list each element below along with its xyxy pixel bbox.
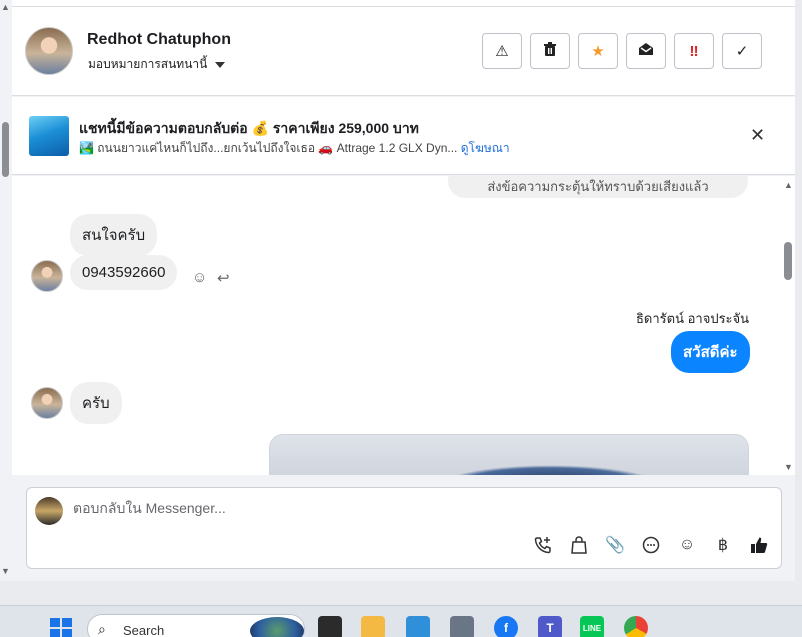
envelope-open-icon <box>638 42 654 60</box>
thumbs-up-icon[interactable] <box>748 534 770 556</box>
scroll-down-arrow-icon[interactable]: ▼ <box>1 566 10 576</box>
report-button[interactable]: ⚠ <box>482 33 522 69</box>
delete-button[interactable] <box>530 33 570 69</box>
scroll-up-arrow-icon[interactable]: ▲ <box>784 180 793 190</box>
reply-input[interactable] <box>73 500 673 516</box>
message-bubble-incoming[interactable]: 0943592660 <box>70 255 178 290</box>
assign-label: มอบหมายการสนทนานี้ <box>88 57 208 71</box>
contact-avatar-small[interactable] <box>31 260 63 292</box>
scroll-up-arrow-icon[interactable]: ▲ <box>1 2 10 12</box>
ad-context-banner: แชทนี้มีข้อความตอบกลับต่อ 💰 ราคาเพียง 25… <box>12 97 795 175</box>
composer-toolbar: 📎 ☺ ฿ <box>532 534 770 556</box>
taskbar: ⌕ Search f T LINE <box>0 605 802 637</box>
calculator-icon[interactable] <box>450 616 474 637</box>
facebook-icon[interactable]: f <box>494 616 518 637</box>
inbox-window: ▲ ▼ Redhot Chatuphon มอบหมายการสนทนานี้ … <box>0 0 795 581</box>
desktop-background <box>0 581 802 605</box>
image-attachment[interactable] <box>269 434 749 475</box>
page-avatar <box>35 497 63 525</box>
emoji-icon[interactable]: ☺ <box>676 534 698 556</box>
header-actions: ⚠ ★ ‼ ✓ <box>482 33 762 69</box>
line-icon[interactable]: LINE <box>580 616 604 637</box>
call-icon[interactable] <box>532 534 554 556</box>
react-emoji-icon[interactable]: ☺ <box>192 269 207 286</box>
ad-subtitle: 🏞️ ถนนยาวแค่ไหนก็ไปถึง...ยกเว้นไปถึงใจเธ… <box>79 139 510 158</box>
chat-scrollbar-thumb[interactable] <box>784 242 792 280</box>
caret-down-icon <box>215 61 226 68</box>
reply-composer: 📎 ☺ ฿ <box>26 487 782 569</box>
mark-done-button[interactable]: ✓ <box>722 33 762 69</box>
left-scrollbar[interactable]: ▲ ▼ <box>0 0 12 581</box>
agent-sender-name: ธิดารัตน์ อาจประจัน <box>636 311 750 326</box>
shopping-bag-icon[interactable] <box>568 534 590 556</box>
scrollbar-thumb[interactable] <box>2 122 9 177</box>
star-icon: ★ <box>591 43 605 60</box>
assign-conversation-dropdown[interactable]: มอบหมายการสนทนานี้ <box>88 55 226 74</box>
ad-thumbnail[interactable] <box>29 116 69 156</box>
top-border <box>12 0 795 7</box>
check-icon: ✓ <box>735 43 749 60</box>
message-thread[interactable]: ส่งข้อความกระตุ้นให้ทราบด้วยเสียงแล้ว สน… <box>12 176 795 475</box>
baht-payment-icon[interactable]: ฿ <box>712 534 734 556</box>
teams-icon[interactable]: T <box>538 616 562 637</box>
search-highlight-image <box>250 617 304 637</box>
scroll-down-arrow-icon[interactable]: ▼ <box>784 462 793 472</box>
ad-title: แชทนี้มีข้อความตอบกลับต่อ 💰 ราคาเพียง 25… <box>79 120 419 136</box>
notepad-icon[interactable] <box>406 616 430 637</box>
taskbar-search[interactable]: ⌕ Search <box>87 614 305 637</box>
message-bubble-incoming[interactable]: ครับ <box>70 382 122 424</box>
contact-avatar-small[interactable] <box>31 387 63 419</box>
search-icon: ⌕ <box>98 621 106 637</box>
star-button[interactable]: ★ <box>578 33 618 69</box>
file-explorer-icon[interactable] <box>361 616 385 637</box>
reply-arrow-icon[interactable]: ↩ <box>217 269 230 287</box>
trash-icon <box>543 41 557 61</box>
message-bubble-outgoing[interactable]: สวัสดีค่ะ <box>671 331 750 373</box>
priority-icon: ‼ <box>689 42 699 60</box>
priority-button[interactable]: ‼ <box>674 33 714 69</box>
ad-subtitle-text: 🏞️ ถนนยาวแค่ไหนก็ไปถึง...ยกเว้นไปถึงใจเธ… <box>79 141 458 155</box>
contact-avatar[interactable] <box>25 27 73 75</box>
chrome-icon[interactable] <box>624 616 648 637</box>
view-ad-link[interactable]: ดูโฆษณา <box>461 141 510 155</box>
warning-icon: ⚠ <box>495 43 509 60</box>
message-bubble-incoming[interactable]: สนใจครับ <box>70 214 158 256</box>
windows-start-icon[interactable] <box>50 618 72 637</box>
contact-name[interactable]: Redhot Chatuphon <box>87 31 231 49</box>
system-message: ส่งข้อความกระตุ้นให้ทราบด้วยเสียงแล้ว <box>448 176 748 198</box>
mark-unread-button[interactable] <box>626 33 666 69</box>
task-view-icon[interactable] <box>318 616 342 637</box>
conversation-header: Redhot Chatuphon มอบหมายการสนทนานี้ ⚠ ★ … <box>12 7 795 96</box>
saved-replies-icon[interactable] <box>640 534 662 556</box>
close-icon[interactable]: ✕ <box>750 125 765 146</box>
paperclip-icon[interactable]: 📎 <box>604 534 626 556</box>
search-label: Search <box>123 623 165 637</box>
